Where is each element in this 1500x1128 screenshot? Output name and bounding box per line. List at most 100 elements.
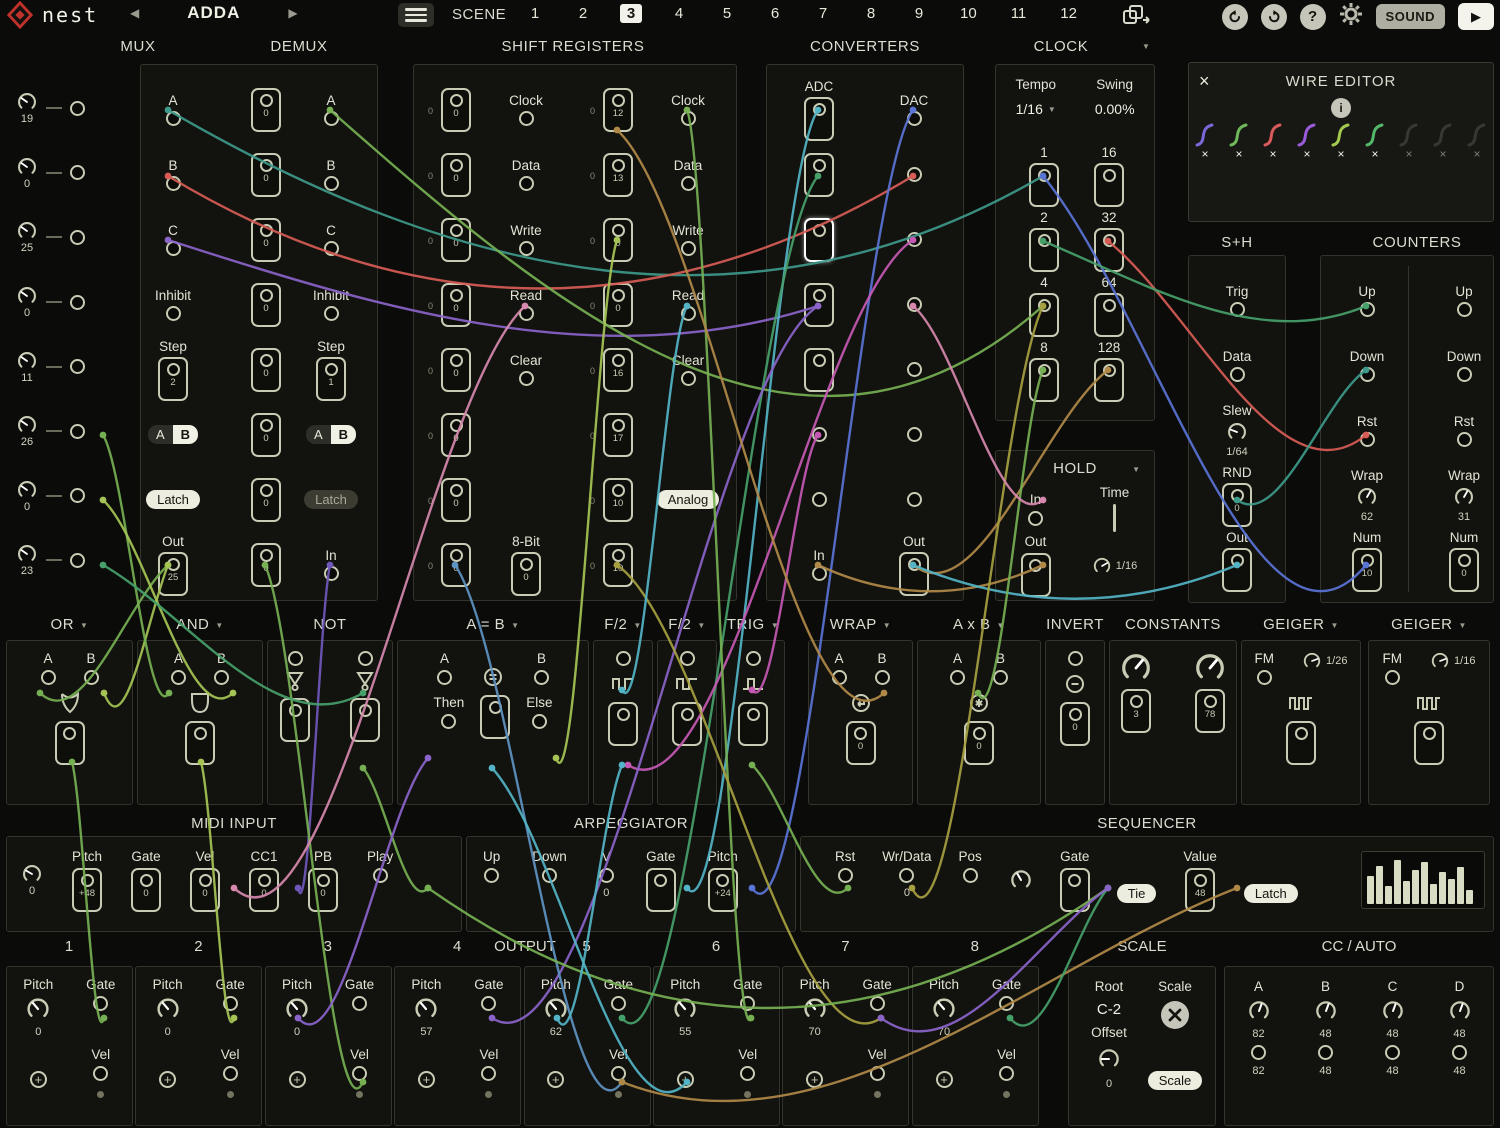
port-jack[interactable] xyxy=(681,708,694,721)
clock-div-8-port[interactable] xyxy=(1029,358,1059,402)
counter-down-port[interactable] xyxy=(1360,367,1375,382)
sr2-write-port[interactable] xyxy=(681,241,696,256)
sr2-stage-port[interactable]: 17 xyxy=(603,413,633,457)
port-jack[interactable] xyxy=(716,874,729,887)
menu-icon[interactable] xyxy=(398,3,434,27)
output-pitch-knob[interactable] xyxy=(155,996,181,1022)
clock-div-128-port[interactable] xyxy=(1094,358,1124,402)
counter-num-port[interactable]: 0 xyxy=(1449,548,1479,592)
output-gate-port[interactable] xyxy=(93,996,108,1011)
bus-port[interactable]: 0 xyxy=(251,348,281,392)
midi-knob[interactable]: 0 xyxy=(21,863,43,897)
dropdown-arrow-icon[interactable]: ▼ xyxy=(511,621,519,630)
port-jack[interactable] xyxy=(1361,554,1374,567)
bus-port[interactable]: 0 xyxy=(251,413,281,457)
hold-rate-knob[interactable]: 1/16 xyxy=(1092,556,1137,576)
output-pitch-knob[interactable] xyxy=(284,996,310,1022)
mux-input-port[interactable] xyxy=(166,111,181,126)
dac-bit-port[interactable] xyxy=(907,492,922,507)
port-jack[interactable] xyxy=(260,549,273,562)
f2a-in-port[interactable] xyxy=(616,651,631,666)
transpose-port[interactable]: + xyxy=(936,1071,953,1088)
info-icon[interactable]: i xyxy=(1331,98,1351,118)
seq-knob[interactable] xyxy=(1009,868,1033,892)
aeqb-a-port[interactable] xyxy=(437,670,452,685)
sr2-stage-port[interactable]: 0 xyxy=(603,283,633,327)
scene-button-6[interactable]: 6 xyxy=(764,4,786,23)
cc-knob[interactable] xyxy=(1381,999,1405,1023)
sr1-stage-port[interactable]: 0 xyxy=(441,153,471,197)
demux-input-port[interactable] xyxy=(324,306,339,321)
port-jack[interactable] xyxy=(617,708,630,721)
sr2-stage-port[interactable]: 12 xyxy=(603,88,633,132)
mux-input-port[interactable] xyxy=(166,241,181,256)
demux-in-port[interactable] xyxy=(324,566,339,581)
wire-color-swatch[interactable]: × xyxy=(1466,122,1488,160)
wire-color-swatch[interactable]: × xyxy=(1432,122,1454,160)
port-jack[interactable] xyxy=(813,103,826,116)
dropdown-arrow-icon[interactable]: ▼ xyxy=(633,621,641,630)
counter-up-port[interactable] xyxy=(1360,302,1375,317)
port-jack[interactable] xyxy=(612,419,625,432)
cc-out-port[interactable] xyxy=(1318,1045,1333,1060)
arp-pitch-port[interactable]: +24 xyxy=(708,868,738,912)
sr1-8bit-port[interactable]: 0 xyxy=(511,552,541,596)
dac-bit-port[interactable] xyxy=(907,362,922,377)
output-pitch-knob[interactable] xyxy=(25,996,51,1022)
f2b-out-port[interactable] xyxy=(672,702,702,746)
bus-port[interactable]: 0 xyxy=(251,283,281,327)
redo-button[interactable] xyxy=(1261,4,1287,30)
help-button[interactable]: ? xyxy=(1300,4,1326,30)
sr1-write-port[interactable] xyxy=(519,241,534,256)
axb-out-port[interactable]: 0 xyxy=(964,721,994,765)
adc-bit-port[interactable] xyxy=(812,427,827,442)
scene-button-4[interactable]: 4 xyxy=(668,4,690,23)
mux-knob[interactable]: 0 xyxy=(16,285,38,319)
wrap-a-port[interactable] xyxy=(832,670,847,685)
invert-in-port[interactable] xyxy=(1068,651,1083,666)
demux-latch-button[interactable]: Latch xyxy=(304,490,358,509)
port-jack[interactable] xyxy=(260,484,273,497)
mux-knob-port[interactable] xyxy=(70,101,85,116)
toggle-option-B[interactable]: B xyxy=(331,425,356,444)
port-jack[interactable] xyxy=(450,354,463,367)
delete-wire-icon[interactable]: × xyxy=(1269,148,1276,160)
sr2-stage-port[interactable]: 10 xyxy=(603,478,633,522)
port-jack[interactable] xyxy=(1068,874,1081,887)
wire-color-swatch[interactable]: × xyxy=(1194,122,1216,160)
f2a-out-port[interactable] xyxy=(608,702,638,746)
port-jack[interactable] xyxy=(1458,554,1471,567)
patch-prev-button[interactable]: ◀ xyxy=(130,6,139,20)
scene-button-11[interactable]: 11 xyxy=(1007,4,1031,23)
transpose-port[interactable]: + xyxy=(547,1071,564,1088)
axb-b-port[interactable] xyxy=(993,670,1008,685)
arp-down-port[interactable] xyxy=(542,868,557,883)
delete-wire-icon[interactable]: × xyxy=(1201,148,1208,160)
or-out-port[interactable] xyxy=(55,721,85,765)
dropdown-arrow-icon[interactable]: ▼ xyxy=(697,621,705,630)
counter-down-port[interactable] xyxy=(1457,367,1472,382)
aeqb-out-port[interactable] xyxy=(480,695,510,739)
port-jack[interactable] xyxy=(450,94,463,107)
geiger1-fm-port[interactable] xyxy=(1257,670,1272,685)
counter-rst-port[interactable] xyxy=(1360,432,1375,447)
toggle-option-A[interactable]: A xyxy=(148,425,173,444)
seq-tie-button[interactable]: Tie xyxy=(1117,884,1157,903)
wrap-b-port[interactable] xyxy=(875,670,890,685)
mux-knob-port[interactable] xyxy=(70,424,85,439)
sh-trig-port[interactable] xyxy=(1230,302,1245,317)
dac-out-port[interactable] xyxy=(899,552,929,596)
port-jack[interactable] xyxy=(81,874,94,887)
mux-knob-port[interactable] xyxy=(70,553,85,568)
port-jack[interactable] xyxy=(260,354,273,367)
mux-knob-port[interactable] xyxy=(70,488,85,503)
port-jack[interactable] xyxy=(612,159,625,172)
wrap-out-port[interactable]: 0 xyxy=(846,721,876,765)
seq-wr-data-port[interactable] xyxy=(899,868,914,883)
scene-button-1[interactable]: 1 xyxy=(524,4,546,23)
midi-cc1-port[interactable]: 0 xyxy=(249,868,279,912)
dac-bit-port[interactable] xyxy=(907,232,922,247)
geiger2-rate-knob[interactable]: 1/16 xyxy=(1430,651,1475,671)
output-vel-port[interactable] xyxy=(870,1066,885,1081)
wire-color-swatch[interactable]: × xyxy=(1364,122,1386,160)
